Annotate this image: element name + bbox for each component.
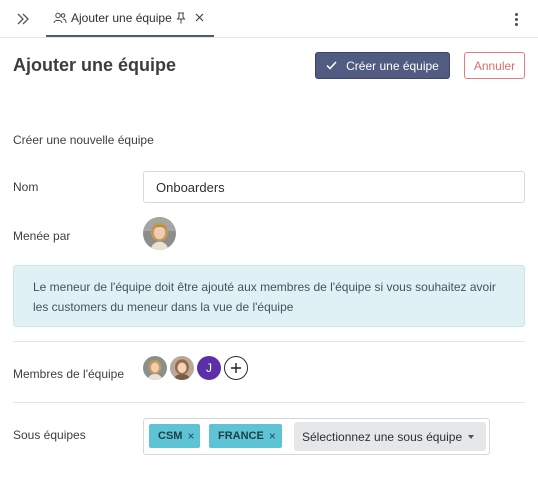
- plus-icon: [231, 363, 241, 373]
- divider: [13, 341, 525, 342]
- leader-info-alert: Le meneur de l'équipe doit être ajouté a…: [13, 265, 525, 327]
- tab-label: Ajouter une équipe: [71, 10, 172, 25]
- divider: [13, 402, 525, 403]
- members-label: Membres de l'équipe: [13, 367, 125, 381]
- cancel-button[interactable]: Annuler: [464, 52, 525, 79]
- subteam-select-placeholder: Sélectionnez une sous équipe: [302, 429, 463, 444]
- subteam-tag: FRANCE ×: [209, 424, 282, 448]
- check-icon: [326, 61, 337, 70]
- team-name-input[interactable]: [143, 171, 525, 203]
- caret-down-icon: [468, 434, 475, 439]
- expand-sidebar-icon[interactable]: [14, 10, 32, 28]
- member-avatar-initial[interactable]: J: [197, 356, 221, 380]
- create-team-label: Créer une équipe: [346, 58, 439, 73]
- create-team-button[interactable]: Créer une équipe: [315, 52, 450, 79]
- add-member-button[interactable]: [224, 356, 248, 380]
- remove-tag-icon[interactable]: ×: [187, 429, 194, 443]
- tab-add-team[interactable]: Ajouter une équipe: [46, 0, 214, 37]
- subteam-tag-label: FRANCE: [218, 430, 264, 442]
- close-tab-icon[interactable]: [195, 13, 205, 23]
- pin-icon[interactable]: [176, 12, 186, 24]
- form-subtitle: Créer une nouvelle équipe: [13, 133, 154, 147]
- leader-avatar[interactable]: [143, 217, 176, 250]
- leader-label: Menée par: [13, 229, 71, 243]
- more-options-icon[interactable]: [512, 10, 520, 28]
- subteam-tag: CSM ×: [149, 424, 201, 448]
- subteam-tag-label: CSM: [158, 430, 183, 442]
- member-avatar[interactable]: [170, 356, 194, 380]
- subteams-label: Sous équipes: [13, 428, 86, 442]
- member-avatar[interactable]: [143, 356, 167, 380]
- team-icon: [53, 12, 67, 24]
- subteam-select[interactable]: Sélectionnez une sous équipe: [294, 422, 486, 451]
- remove-tag-icon[interactable]: ×: [269, 429, 276, 443]
- page-title: Ajouter une équipe: [13, 55, 177, 75]
- subteams-field: CSM × FRANCE × Sélectionnez une sous équ…: [143, 418, 490, 455]
- tab-bar: Ajouter une équipe: [0, 0, 538, 38]
- name-label: Nom: [13, 180, 39, 194]
